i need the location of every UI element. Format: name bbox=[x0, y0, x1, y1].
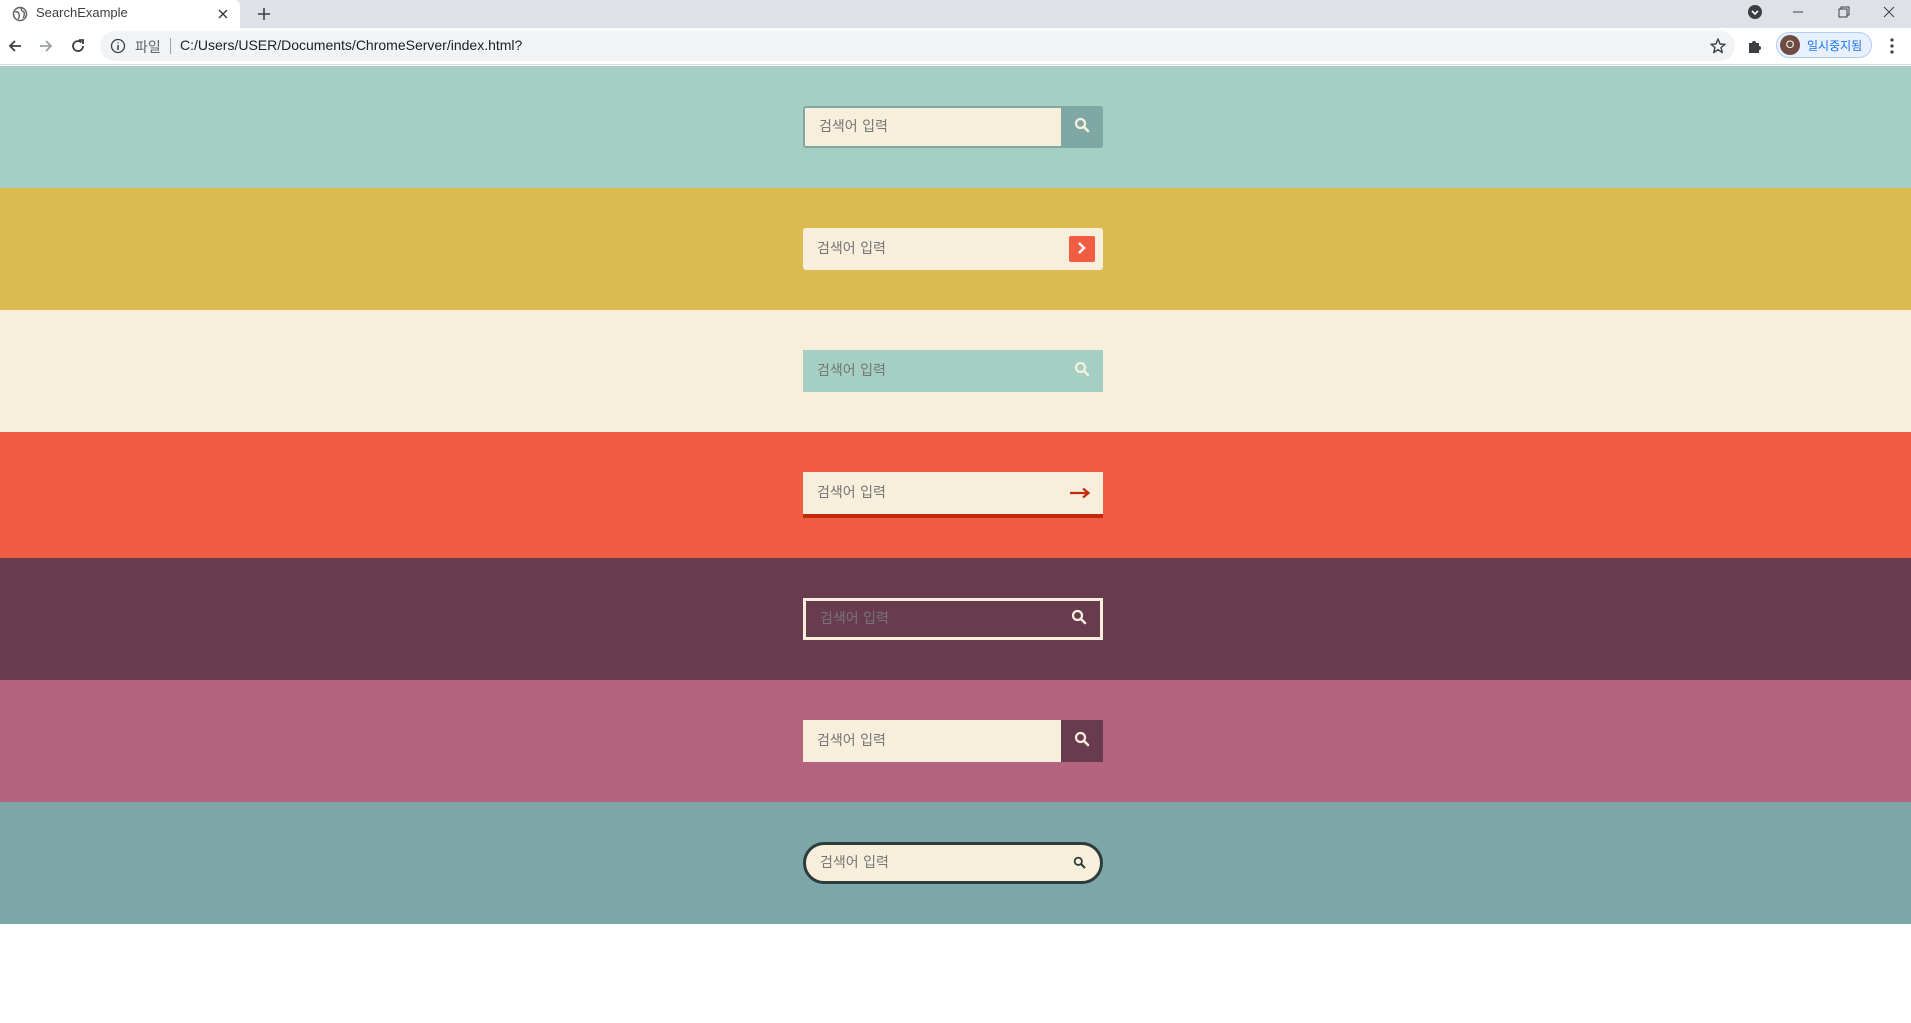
profile-button[interactable]: O 일시중지됨 bbox=[1776, 32, 1872, 58]
forward-arrow-icon[interactable] bbox=[34, 34, 58, 58]
search-box-3 bbox=[803, 350, 1103, 392]
address-bar[interactable]: 파일 C:/Users/USER/Documents/ChromeServer/… bbox=[100, 31, 1735, 61]
search-button[interactable] bbox=[1057, 472, 1103, 514]
close-window-icon[interactable] bbox=[1867, 0, 1911, 24]
search-input[interactable] bbox=[803, 228, 1053, 270]
search-icon bbox=[1071, 609, 1087, 629]
tab-title: SearchExample bbox=[36, 5, 128, 20]
search-input[interactable] bbox=[803, 350, 1053, 392]
search-section-6 bbox=[0, 680, 1911, 802]
search-input[interactable] bbox=[803, 472, 1053, 514]
new-tab-icon[interactable] bbox=[252, 2, 276, 26]
url-text[interactable]: C:/Users/USER/Documents/ChromeServer/ind… bbox=[180, 37, 522, 53]
avatar: O bbox=[1780, 35, 1800, 55]
profile-status-label: 일시중지됨 bbox=[1807, 39, 1863, 53]
search-input[interactable] bbox=[806, 601, 1056, 637]
extensions-puzzle-icon[interactable] bbox=[1746, 37, 1764, 55]
search-button[interactable] bbox=[1061, 350, 1103, 392]
tab-search-icon[interactable] bbox=[1733, 0, 1777, 24]
globe-icon bbox=[12, 6, 28, 22]
info-icon[interactable] bbox=[110, 38, 126, 54]
close-tab-icon[interactable] bbox=[213, 4, 233, 24]
search-icon bbox=[1074, 117, 1090, 137]
search-icon bbox=[1074, 361, 1090, 381]
arrow-right-icon bbox=[1069, 484, 1091, 503]
search-button[interactable] bbox=[1058, 601, 1100, 637]
search-section-4 bbox=[0, 432, 1911, 558]
search-button[interactable] bbox=[1069, 236, 1095, 262]
search-box-2 bbox=[803, 228, 1103, 270]
search-input[interactable] bbox=[803, 720, 1061, 762]
search-section-5 bbox=[0, 558, 1911, 680]
search-icon bbox=[1073, 854, 1086, 873]
search-box-4 bbox=[803, 472, 1103, 518]
search-section-1 bbox=[0, 66, 1911, 188]
search-box-5 bbox=[803, 598, 1103, 640]
search-button[interactable] bbox=[1061, 106, 1103, 148]
back-arrow-icon[interactable] bbox=[3, 34, 27, 58]
minimize-icon[interactable] bbox=[1776, 0, 1820, 24]
search-input[interactable] bbox=[806, 845, 1056, 881]
browser-tab[interactable]: SearchExample bbox=[0, 0, 240, 28]
restore-icon[interactable] bbox=[1822, 0, 1866, 24]
search-section-2 bbox=[0, 188, 1911, 310]
search-box-7 bbox=[803, 842, 1103, 884]
chevron-right-icon bbox=[1076, 240, 1088, 259]
url-scheme: 파일 bbox=[135, 40, 161, 56]
search-section-3 bbox=[0, 310, 1911, 432]
browser-toolbar: 파일 C:/Users/USER/Documents/ChromeServer/… bbox=[0, 28, 1911, 65]
search-box-1 bbox=[803, 106, 1103, 148]
search-box-6 bbox=[803, 720, 1103, 762]
search-button[interactable] bbox=[1064, 845, 1094, 881]
more-menu-icon[interactable] bbox=[1884, 37, 1900, 55]
search-icon bbox=[1074, 731, 1090, 751]
search-section-7 bbox=[0, 802, 1911, 924]
reload-icon[interactable] bbox=[66, 34, 90, 58]
search-input[interactable] bbox=[805, 108, 1061, 146]
tab-strip: SearchExample bbox=[0, 0, 1911, 28]
search-button[interactable] bbox=[1061, 720, 1103, 762]
bookmark-star-icon[interactable] bbox=[1709, 37, 1727, 55]
separator bbox=[170, 38, 171, 54]
